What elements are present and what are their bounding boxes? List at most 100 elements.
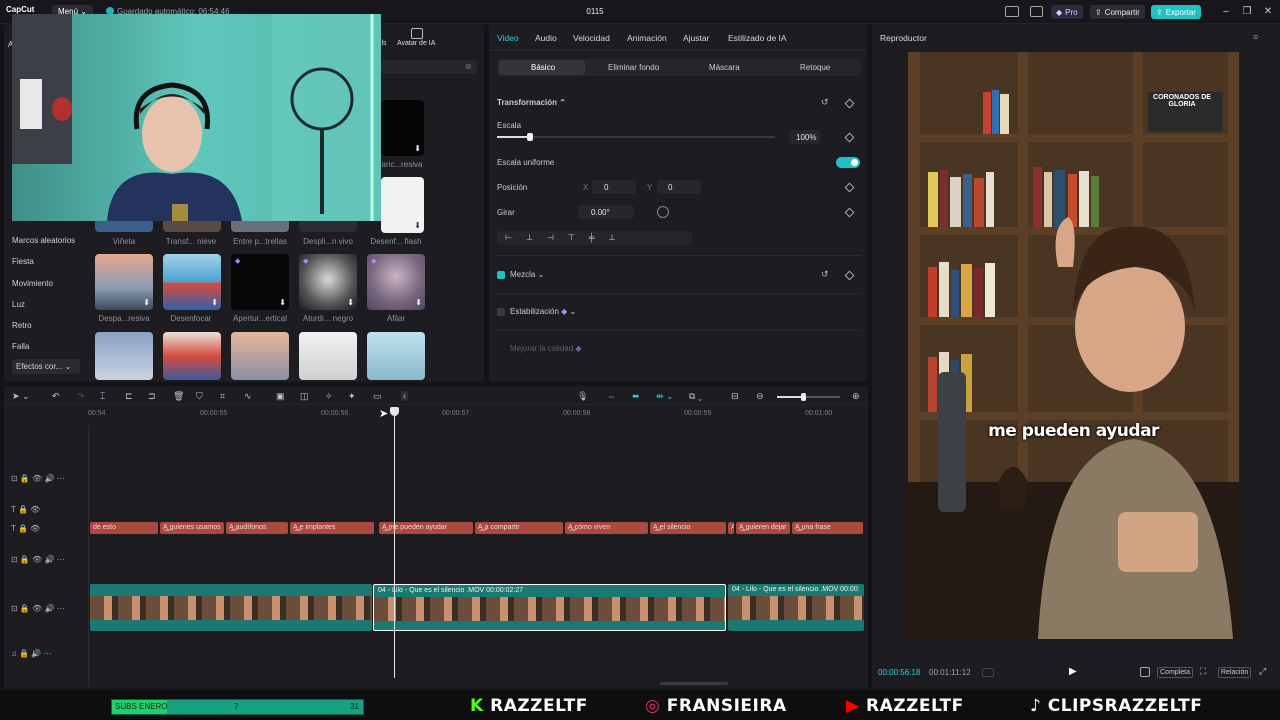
close-icon[interactable]: ✕: [1262, 5, 1274, 17]
split-right-icon[interactable]: ⊐: [148, 391, 156, 402]
align-icons[interactable]: ⊢⊥⊣⊤╪⊥: [505, 233, 630, 242]
subtab-basico[interactable]: Básico: [531, 63, 555, 72]
undo-icon[interactable]: ↶: [52, 391, 60, 402]
tab-animacion[interactable]: Animación: [627, 33, 667, 43]
uniform-scale-toggle[interactable]: [836, 157, 860, 168]
crop-icon[interactable]: ⌗: [220, 391, 225, 402]
subtitle-clip[interactable]: A͟͟ audífonos: [226, 522, 288, 534]
playhead[interactable]: [394, 412, 395, 678]
freeze-icon[interactable]: ▣: [276, 391, 285, 402]
category-luz[interactable]: Luz: [12, 300, 25, 309]
subtab-retoque[interactable]: Retoque: [800, 63, 830, 72]
tab-avatar-ia[interactable]: Avatar de IA: [397, 40, 435, 47]
fit-icon[interactable]: ⊟: [731, 391, 739, 402]
video-clip[interactable]: [90, 584, 372, 631]
video-clip-selected[interactable]: 04 - Lilo - Que es el silencio .MOV 00:0…: [373, 584, 726, 631]
effect-thumb[interactable]: [367, 332, 425, 380]
minimize-icon[interactable]: –: [1220, 5, 1232, 17]
video-clip[interactable]: 04 - Lilo - Que es el silencio .MOV 00:0…: [728, 584, 864, 631]
mic-icon[interactable]: 🎙: [577, 391, 588, 402]
playhead-handle[interactable]: [390, 407, 399, 416]
effect-thumb[interactable]: ◆ ⬇: [231, 254, 289, 310]
zoom-slider-knob[interactable]: [801, 393, 807, 401]
category-falla[interactable]: Falla: [12, 342, 29, 351]
timeline-scrollbar[interactable]: [660, 682, 728, 685]
redo-icon[interactable]: ↷: [77, 391, 85, 402]
reset-icon[interactable]: ↺: [821, 97, 829, 108]
export-button[interactable]: ⇪ Exportar: [1151, 5, 1201, 19]
category-fiesta[interactable]: Fiesta: [12, 257, 34, 266]
preview-axis-icon[interactable]: ⧉ ⌄: [689, 391, 702, 402]
pro-button[interactable]: ◆ Pro: [1051, 5, 1083, 19]
track-controls[interactable]: ⊡ 🔒 👁 🔊 ⋯: [11, 474, 65, 483]
subtitle-clip[interactable]: de esto: [90, 522, 158, 534]
tab-estilizado-ia[interactable]: Estilizado de IA: [728, 33, 787, 43]
speed-curve-icon[interactable]: ∿: [244, 391, 252, 402]
zoom-slider[interactable]: [777, 393, 840, 401]
ai-cutout-icon[interactable]: ✧: [325, 391, 333, 402]
zoom-out-icon[interactable]: ⊖: [756, 391, 764, 402]
pos-y-input[interactable]: [657, 180, 701, 194]
magic-icon[interactable]: ✦: [348, 391, 356, 402]
delete-icon[interactable]: 🗑: [173, 391, 184, 402]
snap-icon[interactable]: ⇹ ⌄: [656, 391, 674, 402]
tab-audio[interactable]: Audio: [535, 33, 557, 43]
zoom-in-icon[interactable]: ⊕: [852, 391, 860, 402]
tab-video[interactable]: Video: [497, 33, 519, 43]
ratio-button[interactable]: Relación: [1218, 667, 1252, 678]
category-marcos[interactable]: Marcos aleatorios: [12, 236, 75, 245]
reset-icon[interactable]: ↺: [821, 269, 829, 280]
player-menu-icon[interactable]: ≡: [1253, 32, 1258, 42]
marker-icon[interactable]: ⛉: [196, 391, 203, 402]
scale-slider[interactable]: [497, 133, 775, 141]
tab-ajustar[interactable]: Ajustar: [683, 33, 709, 43]
track-controls[interactable]: ⊡ 🔒 👁 🔊 ⋯: [11, 604, 65, 613]
subtitle-clip[interactable]: A͟͟ cómo viven: [565, 522, 648, 534]
crop-ratio-icon[interactable]: [1140, 667, 1150, 677]
effect-thumb[interactable]: [231, 332, 289, 380]
subtitle-clip[interactable]: A: [728, 522, 734, 534]
magnet-icon[interactable]: ⬌: [632, 391, 640, 402]
effect-thumb[interactable]: ⬇: [95, 254, 153, 310]
collapse-icon[interactable]: ‹: [401, 391, 408, 401]
subtitle-clip[interactable]: A͟͟ quieren dejar: [736, 522, 790, 534]
mirror-icon[interactable]: ◫: [300, 391, 309, 402]
subtitle-clip[interactable]: A͟͟ e implantes: [290, 522, 374, 534]
effect-thumb[interactable]: ◆ ⬇: [367, 254, 425, 310]
subtitle-clip[interactable]: A͟͟ quienes usamos: [160, 522, 224, 534]
effect-thumb[interactable]: ◆ ⬇: [299, 254, 357, 310]
category-efectos-cor[interactable]: Efectos cor... ⌄: [12, 359, 80, 374]
tab-velocidad[interactable]: Velocidad: [573, 33, 610, 43]
subtitle-clip[interactable]: A͟͟ una frase: [792, 522, 863, 534]
track-controls[interactable]: ♫ 🔒 🔊 ⋯: [11, 649, 52, 658]
rotate-dial-icon[interactable]: [657, 206, 669, 218]
maximize-icon[interactable]: ❐: [1241, 5, 1253, 17]
split-icon[interactable]: ⌶: [100, 391, 105, 402]
track-controls[interactable]: T 🔒 👁: [11, 505, 40, 514]
fit-screen-icon[interactable]: ⛶: [1200, 666, 1206, 677]
transform-header[interactable]: Transformación ⌃: [497, 98, 566, 107]
category-movimiento[interactable]: Movimiento: [12, 279, 53, 288]
subtitle-clip[interactable]: A͟͟ a compartir: [475, 522, 563, 534]
blend-checkbox[interactable]: [497, 271, 505, 279]
layout-icon[interactable]: [1005, 6, 1019, 17]
video-preview[interactable]: me pueden ayudar CORONADOS DE GLORIA: [908, 52, 1239, 639]
effect-thumb[interactable]: ⬇: [381, 177, 424, 233]
effect-thumb[interactable]: [163, 332, 221, 380]
category-retro[interactable]: Retro: [12, 321, 32, 330]
enhance-quality[interactable]: Mejorar la calidad ◆: [510, 344, 582, 353]
full-quality-button[interactable]: Completa: [1157, 667, 1193, 678]
scale-slider-knob[interactable]: [527, 133, 534, 141]
stabilize-header[interactable]: Estabilización ◆ ⌄: [510, 307, 576, 316]
shortcuts-icon[interactable]: [1030, 6, 1043, 17]
select-tool-icon[interactable]: ➤ ⌄: [12, 391, 30, 402]
blend-header[interactable]: Mezcla ⌄: [510, 270, 544, 279]
search-input[interactable]: [381, 60, 477, 74]
link-icon[interactable]: ⇔: [607, 391, 616, 401]
captions-icon[interactable]: ▭: [373, 391, 382, 402]
pos-x-input[interactable]: [592, 180, 636, 194]
split-left-icon[interactable]: ⊏: [125, 391, 133, 402]
effect-thumb[interactable]: [299, 332, 357, 380]
subtab-mascara[interactable]: Máscara: [709, 63, 740, 72]
track-controls[interactable]: T 🔒 👁: [11, 524, 40, 533]
